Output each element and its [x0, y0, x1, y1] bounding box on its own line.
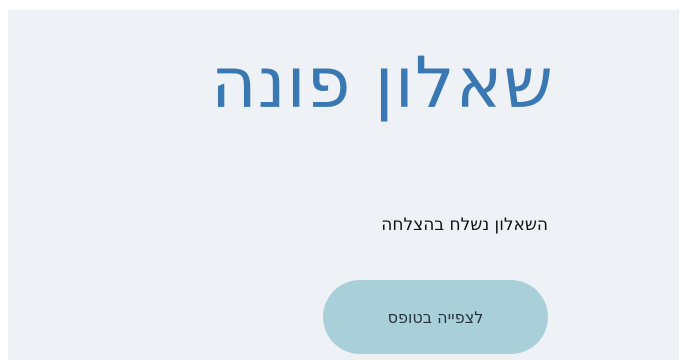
- form-card: שאלון פונה השאלון נשלח בהצלחה לצפייה בטו…: [8, 10, 679, 360]
- view-form-button[interactable]: לצפייה בטופס: [323, 280, 548, 354]
- success-message: השאלון נשלח בהצלחה: [381, 215, 548, 235]
- page-title: שאלון פונה: [210, 42, 554, 124]
